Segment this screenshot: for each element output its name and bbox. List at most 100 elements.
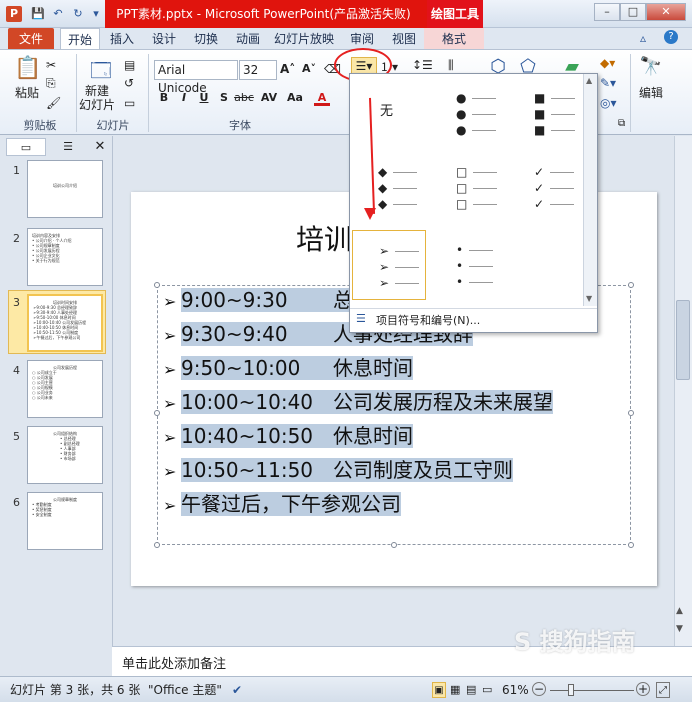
close-button[interactable]: ✕ — [646, 3, 686, 21]
paste-button-label[interactable]: 粘贴 — [12, 84, 42, 101]
bullet-style-hollow-square[interactable]: □ □ □ — [430, 152, 504, 222]
strikethrough-button[interactable]: abc — [234, 90, 254, 106]
window-title: PPT素材.pptx - Microsoft PowerPoint(产品激活失败… — [116, 7, 411, 21]
help-icon[interactable]: ? — [664, 30, 678, 44]
zoom-slider-track[interactable] — [550, 690, 634, 691]
underline-button[interactable]: U — [196, 90, 212, 106]
bullet-style-small-dot[interactable]: • • • — [430, 230, 504, 300]
maximize-button[interactable]: □ — [620, 3, 646, 21]
columns-icon[interactable]: ⫼ — [448, 58, 454, 73]
shape-fill-icon[interactable]: ◆▾ — [600, 56, 615, 70]
previous-slide-icon[interactable]: ▲ — [676, 606, 683, 616]
slide-sorter-icon[interactable]: ▦ — [450, 682, 460, 698]
gallery-scroll-down-icon[interactable]: ▼ — [586, 294, 592, 303]
shape-outline-icon[interactable]: ✎▾ — [600, 76, 616, 90]
section-icon[interactable]: ▭ — [124, 96, 135, 110]
font-size-dropdown[interactable]: 32 — [239, 60, 277, 80]
bullet-style-checkmark[interactable]: ✓ ✓ ✓ — [508, 152, 582, 222]
editing-button-label[interactable]: 编辑 — [636, 84, 666, 101]
bullet-line[interactable]: ➢ 10:00~10:40 公司发展历程及未来展望 — [163, 386, 553, 418]
arrow-bullet-icon: ➢ — [163, 496, 177, 515]
bullet-line[interactable]: ➢ 午餐过后，下午参观公司 — [163, 488, 401, 520]
vertical-scrollbar[interactable] — [674, 136, 692, 646]
bullet-style-filled-round[interactable]: ● ● ● — [430, 78, 504, 148]
shadow-button[interactable]: S — [216, 90, 232, 106]
contextual-tab-label: 绘图工具 — [427, 0, 483, 28]
slide-thumbnail-3[interactable]: 培训时间安排 ➢9:00-9:30 总经理致辞 ➢9:30-9:40 人事处经理… — [27, 294, 103, 352]
next-slide-icon[interactable]: ▼ — [676, 624, 683, 634]
resize-handle[interactable] — [628, 410, 634, 416]
bold-button[interactable]: B — [156, 90, 172, 106]
scrollbar-thumb[interactable] — [676, 300, 690, 380]
zoom-out-icon[interactable]: − — [532, 682, 546, 696]
gallery-scrollbar[interactable] — [583, 74, 597, 306]
zoom-in-icon[interactable]: + — [636, 682, 650, 696]
filled-round-bullet-icon: ● — [456, 107, 467, 121]
slide-thumbnail-4[interactable]: 公司发展历程 ○ 公司成立于 ○ 公司发展 ○ 公司主营 ○ 公司规模 ○ 公司… — [27, 360, 103, 418]
layout-icon[interactable]: ▤ — [124, 58, 135, 72]
tab-outline-view[interactable]: ☰ — [48, 138, 88, 156]
format-painter-icon[interactable]: 🖌 — [46, 96, 61, 110]
change-case-button[interactable]: Aa — [284, 90, 306, 106]
resize-handle[interactable] — [628, 542, 634, 548]
tab-design[interactable]: 设计 — [146, 28, 182, 50]
resize-handle[interactable] — [154, 282, 160, 288]
font-name-dropdown[interactable]: Arial Unicode — [154, 60, 238, 95]
reading-view-icon[interactable]: ▤ — [466, 682, 476, 698]
resize-handle[interactable] — [391, 542, 397, 548]
tab-animations[interactable]: 动画 — [230, 28, 266, 50]
shrink-font-icon[interactable]: A˅ — [302, 62, 316, 75]
cut-icon[interactable]: ✂ — [46, 58, 56, 72]
gallery-scroll-up-icon[interactable]: ▲ — [586, 76, 592, 85]
bullet-line[interactable]: ➢ 10:40~10:50 休息时间 — [163, 420, 413, 452]
tab-slideshow[interactable]: 幻灯片放映 — [272, 28, 336, 50]
copy-icon[interactable]: ⎘ — [46, 76, 56, 91]
new-slide-icon[interactable]: 🗔 — [86, 56, 116, 82]
tab-slides-view[interactable]: ▭ — [6, 138, 46, 156]
slide-thumbnail-5[interactable]: 公司组织结构 • 总经理 • 副总经理 • 人事部 • 财务部 • 市场部 — [27, 426, 103, 484]
slideshow-view-icon[interactable]: ▭ — [482, 682, 492, 698]
tab-review[interactable]: 审阅 — [344, 28, 380, 50]
grow-font-icon[interactable]: A˄ — [280, 62, 295, 76]
slide-thumbnail-2[interactable]: 培训内容及安排 • 公司介绍 · 个人介绍 • 公司规章制度 • 公司发展历程 … — [27, 228, 103, 286]
line-spacing-icon[interactable]: ↕☰ — [412, 58, 433, 72]
shape-effects-icon[interactable]: ◎▾ — [600, 96, 617, 110]
close-panel-icon[interactable]: ✕ — [92, 138, 108, 156]
new-slide-button-label[interactable]: 新建 幻灯片 — [76, 84, 118, 112]
bullet-style-filled-square[interactable]: ■ ■ ■ — [508, 78, 582, 148]
font-color-button[interactable]: A — [314, 90, 330, 106]
minimize-button[interactable]: – — [594, 3, 620, 21]
bullets-and-numbering-menu-item[interactable]: 项目符号和编号(N)... — [350, 308, 597, 332]
bullet-style-none[interactable]: 无 — [352, 78, 426, 148]
spell-check-icon[interactable]: ✔ — [232, 682, 242, 698]
paste-icon[interactable]: 📋 — [14, 56, 41, 84]
minimize-ribbon-icon[interactable]: ▵ — [640, 31, 646, 45]
char-spacing-button[interactable]: AV — [258, 90, 280, 106]
resize-handle[interactable] — [154, 410, 160, 416]
filled-round-bullet-icon: ● — [456, 91, 467, 105]
italic-button[interactable]: I — [176, 90, 192, 106]
fit-to-window-icon[interactable]: ⤢ — [656, 682, 670, 698]
bullet-line[interactable]: ➢ 9:00~9:30 总 — [163, 284, 353, 316]
theme-name[interactable]: "Office 主题" — [148, 682, 222, 698]
normal-view-icon[interactable]: ▣ — [432, 682, 446, 698]
resize-handle[interactable] — [154, 542, 160, 548]
reset-icon[interactable]: ↺ — [124, 76, 134, 90]
slide-thumbnail-1[interactable]: 培训公司介绍 — [27, 160, 103, 218]
resize-handle[interactable] — [628, 282, 634, 288]
bullet-line[interactable]: ➢ 10:50~11:50 公司制度及员工守则 — [163, 454, 513, 486]
zoom-slider-thumb[interactable] — [568, 684, 574, 696]
drawing-dialog-launcher-icon[interactable]: ⧉ — [618, 118, 625, 129]
tab-view[interactable]: 视图 — [386, 28, 422, 50]
tab-format[interactable]: 格式 — [424, 28, 484, 50]
tab-insert[interactable]: 插入 — [104, 28, 140, 50]
bullet-line[interactable]: ➢ 9:50~10:00 休息时间 — [163, 352, 413, 384]
find-icon[interactable]: 🔭 — [638, 56, 664, 77]
bullet-style-arrow[interactable]: ➢ ➢ ➢ — [352, 230, 426, 300]
slide-title[interactable]: 培训 — [296, 218, 352, 258]
tab-home[interactable]: 开始 — [60, 28, 100, 50]
tab-file[interactable]: 文件 — [8, 28, 54, 50]
zoom-level[interactable]: 61% — [502, 682, 529, 698]
slide-thumbnail-6[interactable]: 公司规章制度 • 考勤制度 • 奖惩制度 • 安全制度 — [27, 492, 103, 550]
tab-transitions[interactable]: 切换 — [188, 28, 224, 50]
